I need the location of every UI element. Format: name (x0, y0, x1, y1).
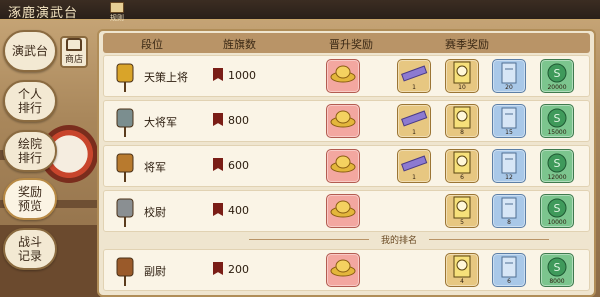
reward-quantity: 10 (458, 84, 466, 91)
rank-name: 校尉 (144, 206, 166, 219)
season-reward-portrait-card[interactable]: 4 (445, 253, 479, 287)
page-title: 涿鹿演武台 (8, 6, 79, 21)
season-reward-purple-scroll[interactable]: 1 (397, 104, 431, 138)
season-reward-portrait-card[interactable]: 8 (445, 104, 479, 138)
rank-emblem-icon (114, 151, 136, 183)
season-reward-paper-stack[interactable]: 20 (492, 59, 526, 93)
banner-icon (213, 68, 223, 81)
season-reward-jade-token[interactable]: S 12000 (540, 149, 574, 183)
title-bar: 涿鹿演武台 (0, 0, 600, 21)
rank-emblem-icon (114, 255, 136, 287)
reward-quantity: 1 (412, 84, 416, 91)
book-icon (110, 2, 124, 13)
season-reward-paper-stack[interactable]: 12 (492, 149, 526, 183)
flag-count: 600 (228, 159, 249, 172)
col-promotion: 晋升奖励 (329, 38, 373, 51)
promotion-reward-gold-ingot[interactable] (326, 194, 360, 228)
reward-quantity: 4 (460, 278, 464, 285)
col-flags: 旌旗数 (223, 38, 256, 51)
gold-ingot-icon (330, 108, 356, 132)
reward-quantity: 20 (505, 84, 513, 91)
svg-text:S: S (554, 157, 561, 170)
season-reward-paper-stack[interactable]: 6 (492, 253, 526, 287)
nav-battle-log[interactable]: 战斗记录 (3, 228, 57, 270)
reward-quantity: 8000 (549, 278, 565, 285)
flag-count: 1000 (228, 69, 256, 82)
flag-count: 200 (228, 263, 249, 276)
season-reward-jade-token[interactable]: S 15000 (540, 104, 574, 138)
shop-button[interactable]: 商店 (60, 36, 88, 68)
rank-emblem-icon (114, 61, 136, 93)
season-reward-jade-token[interactable]: S 10000 (540, 194, 574, 228)
season-reward-portrait-card[interactable]: 6 (445, 149, 479, 183)
reward-quantity: 20000 (547, 84, 567, 91)
reward-quantity: 15000 (547, 129, 567, 136)
flag-count: 400 (228, 204, 249, 217)
season-reward-purple-scroll[interactable]: 1 (397, 59, 431, 93)
reward-quantity: 5 (460, 219, 464, 226)
nav-personal-rank[interactable]: 个人排行 (3, 80, 57, 122)
banner-icon (213, 158, 223, 171)
svg-text:S: S (554, 112, 561, 125)
reward-quantity: 1 (412, 174, 416, 181)
reward-quantity: 12000 (547, 174, 567, 181)
gold-ingot-icon (330, 153, 356, 177)
reward-row: 副尉 200 4 6 S 8000 (103, 249, 590, 291)
my-rank-divider: 我的排名 (249, 233, 549, 247)
reward-panel: 段位 旌旗数 晋升奖励 赛季奖励 天策上将 1000 1 10 20 S 20000 大将军 8… (97, 29, 596, 297)
svg-text:S: S (554, 202, 561, 215)
season-reward-purple-scroll[interactable]: 1 (397, 149, 431, 183)
flag-count: 800 (228, 114, 249, 127)
reward-quantity: 6 (507, 278, 511, 285)
svg-text:S: S (554, 67, 561, 80)
nav-reward-preview[interactable]: 奖励预览 (3, 178, 57, 220)
season-reward-jade-token[interactable]: S 8000 (540, 253, 574, 287)
reward-row: 校尉 400 5 8 S 10000 (103, 190, 590, 232)
reward-row: 将军 600 1 6 12 S 12000 (103, 145, 590, 187)
table-header: 段位 旌旗数 晋升奖励 赛季奖励 (103, 33, 590, 53)
rank-name: 天策上将 (144, 71, 188, 84)
rank-emblem-icon (114, 196, 136, 228)
promotion-reward-gold-ingot[interactable] (326, 104, 360, 138)
reward-row: 大将军 800 1 8 15 S 15000 (103, 100, 590, 142)
reward-quantity: 12 (505, 174, 513, 181)
season-reward-jade-token[interactable]: S 20000 (540, 59, 574, 93)
season-reward-portrait-card[interactable]: 10 (445, 59, 479, 93)
promotion-reward-gold-ingot[interactable] (326, 59, 360, 93)
reward-quantity: 1 (412, 129, 416, 136)
gold-ingot-icon (330, 257, 356, 281)
banner-icon (213, 203, 223, 216)
rank-name: 大将军 (144, 116, 177, 129)
reward-row: 天策上将 1000 1 10 20 S 20000 (103, 55, 590, 97)
rules-button[interactable]: 规则 (104, 2, 130, 24)
rank-emblem-icon (114, 106, 136, 138)
season-reward-paper-stack[interactable]: 15 (492, 104, 526, 138)
rank-name: 将军 (144, 161, 166, 174)
reward-quantity: 6 (460, 174, 464, 181)
banner-icon (213, 262, 223, 275)
gold-ingot-icon (330, 198, 356, 222)
promotion-reward-gold-ingot[interactable] (326, 253, 360, 287)
reward-quantity: 15 (505, 129, 513, 136)
reward-quantity: 8 (507, 219, 511, 226)
reward-quantity: 8 (460, 129, 464, 136)
svg-text:S: S (554, 261, 561, 274)
promotion-reward-gold-ingot[interactable] (326, 149, 360, 183)
rank-name: 副尉 (144, 265, 166, 278)
reward-quantity: 10000 (547, 219, 567, 226)
season-reward-portrait-card[interactable]: 5 (445, 194, 479, 228)
gold-ingot-icon (330, 63, 356, 87)
nav-academy-rank[interactable]: 绘院排行 (3, 130, 57, 172)
col-rank: 段位 (141, 38, 163, 51)
season-reward-paper-stack[interactable]: 8 (492, 194, 526, 228)
shop-icon (66, 38, 82, 51)
col-season: 赛季奖励 (445, 38, 489, 51)
nav-arena[interactable]: 演武台 (3, 30, 57, 72)
banner-icon (213, 113, 223, 126)
